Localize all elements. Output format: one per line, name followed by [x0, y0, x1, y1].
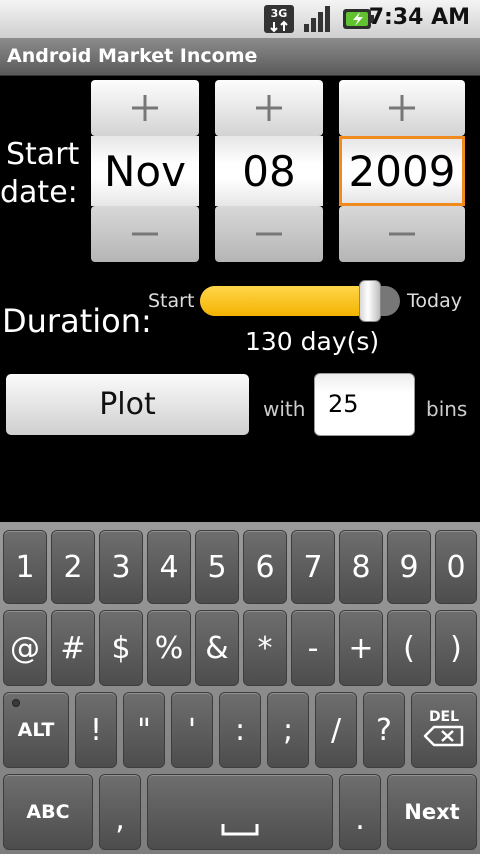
duration-slider-fill [200, 286, 370, 316]
bins-input[interactable]: 25 [314, 373, 415, 436]
duration-label: Duration: [2, 302, 152, 340]
minus-icon [132, 232, 158, 236]
key-plus[interactable]: + [339, 610, 383, 686]
slider-end-label: Today [407, 290, 462, 312]
key-space[interactable] [147, 774, 333, 850]
key-minus[interactable]: - [291, 610, 335, 686]
status-bar: 3G 7:34 AM [0, 0, 480, 38]
key-abc[interactable]: ABC [3, 774, 93, 850]
plot-button[interactable]: Plot [6, 374, 249, 435]
key-asterisk[interactable]: * [243, 610, 287, 686]
key-at[interactable]: @ [3, 610, 47, 686]
backspace-icon [423, 725, 464, 747]
key-9[interactable]: 9 [387, 530, 431, 604]
soft-keyboard: 1 2 3 4 5 6 7 8 9 0 @ # $ % & * - + ( ) … [0, 522, 480, 854]
key-percent[interactable]: % [147, 610, 191, 686]
key-alt-label: ALT [17, 719, 55, 741]
key-semicolon[interactable]: ; [267, 692, 309, 768]
key-ampersand[interactable]: & [195, 610, 239, 686]
key-delete[interactable]: DEL [411, 692, 477, 768]
month-decrement-button[interactable] [91, 206, 199, 262]
network-type-label: 3G [271, 7, 288, 20]
key-dollar[interactable]: $ [99, 610, 143, 686]
with-label: with [263, 397, 306, 421]
bins-label: bins [426, 397, 468, 421]
key-slash[interactable]: / [315, 692, 357, 768]
minus-icon [256, 232, 282, 236]
signal-strength-icon [304, 6, 330, 32]
month-field[interactable]: Nov [91, 136, 199, 206]
minus-icon [389, 232, 415, 236]
key-single-quote[interactable]: ' [171, 692, 213, 768]
key-close-paren[interactable]: ) [435, 610, 477, 686]
app-title: Android Market Income [7, 45, 258, 67]
day-decrement-button[interactable] [215, 206, 323, 262]
key-3[interactable]: 3 [99, 530, 143, 604]
key-hash[interactable]: # [51, 610, 95, 686]
key-comma[interactable]: , [99, 774, 141, 850]
key-double-quote[interactable]: " [123, 692, 165, 768]
key-1[interactable]: 1 [3, 530, 47, 604]
key-next[interactable]: Next [387, 774, 477, 850]
key-open-paren[interactable]: ( [387, 610, 431, 686]
status-time: 7:34 AM [368, 5, 470, 30]
key-7[interactable]: 7 [291, 530, 335, 604]
key-exclamation[interactable]: ! [75, 692, 117, 768]
day-increment-button[interactable] [215, 80, 323, 136]
key-6[interactable]: 6 [243, 530, 287, 604]
key-alt[interactable]: ALT [3, 692, 69, 768]
plus-icon [256, 95, 282, 121]
key-question[interactable]: ? [363, 692, 405, 768]
key-2[interactable]: 2 [51, 530, 95, 604]
day-field[interactable]: 08 [215, 136, 323, 206]
alt-indicator-icon [12, 699, 20, 707]
duration-slider-thumb[interactable] [359, 280, 381, 322]
duration-value: 130 day(s) [245, 327, 380, 356]
key-8[interactable]: 8 [339, 530, 383, 604]
key-4[interactable]: 4 [147, 530, 191, 604]
key-delete-label: DEL [428, 709, 460, 725]
day-picker: 08 [215, 80, 323, 262]
key-5[interactable]: 5 [195, 530, 239, 604]
start-date-label: Start date: [0, 136, 80, 212]
plus-icon [389, 95, 415, 121]
key-0[interactable]: 0 [435, 530, 477, 604]
key-colon[interactable]: : [219, 692, 261, 768]
key-period[interactable]: . [339, 774, 381, 850]
year-picker: 2009 [339, 80, 465, 262]
plus-icon [132, 95, 158, 121]
month-increment-button[interactable] [91, 80, 199, 136]
start-date-label-line2: date: [0, 175, 78, 210]
month-picker: Nov [91, 80, 199, 262]
3g-data-icon: 3G [264, 5, 294, 33]
start-date-label-line1: Start [6, 137, 80, 172]
year-increment-button[interactable] [339, 80, 465, 136]
spacebar-icon [221, 824, 259, 836]
slider-start-label: Start [148, 290, 195, 312]
app-title-bar: Android Market Income [0, 38, 480, 76]
year-decrement-button[interactable] [339, 206, 465, 262]
year-field[interactable]: 2009 [339, 136, 465, 206]
